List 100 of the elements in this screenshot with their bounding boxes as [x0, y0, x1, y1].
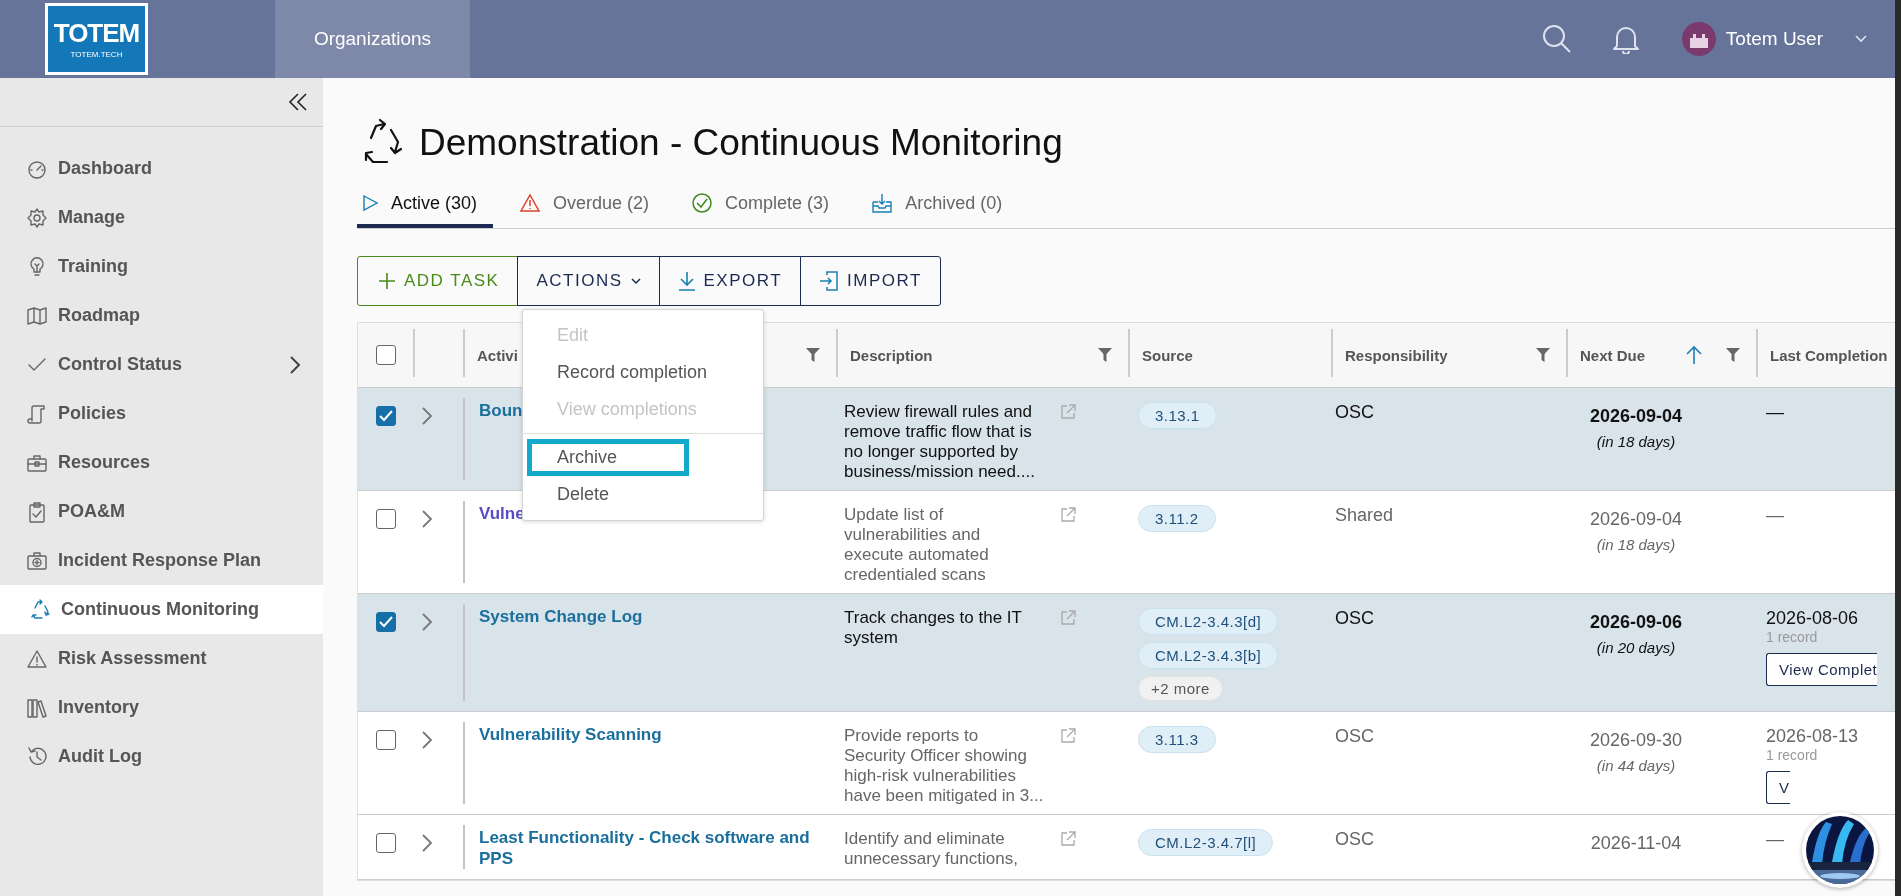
control-tag[interactable]: 3.11.2	[1138, 505, 1216, 532]
sidebar-item[interactable]: Incident Response Plan	[0, 536, 323, 585]
column-header[interactable]: Next Due	[1580, 346, 1686, 364]
checkbox[interactable]	[375, 406, 396, 426]
column-header[interactable]: Last Completion	[1770, 346, 1888, 364]
sidebar-item[interactable]: Dashboard	[0, 144, 323, 193]
due-in-text: (in 18 days)	[1596, 433, 1676, 450]
cycle-icon	[29, 598, 51, 621]
books-icon	[26, 696, 48, 719]
sidebar-item[interactable]: POA&M	[0, 487, 323, 536]
view-completions-button[interactable]: V	[1766, 771, 1790, 804]
filter-icon[interactable]	[1536, 348, 1550, 362]
column-header[interactable]: Description	[850, 346, 1098, 364]
checkbox[interactable]	[375, 345, 396, 365]
control-tag[interactable]: 3.13.1	[1138, 402, 1217, 429]
nav-tab[interactable]: Organizations	[275, 0, 470, 78]
filter-icon[interactable]	[1098, 348, 1112, 362]
description-text: Identify and eliminate unnecessary functions,	[844, 829, 1019, 870]
responsibility-text: OSC	[1335, 608, 1374, 628]
sidebar-item[interactable]: Audit Log	[0, 732, 323, 781]
menu-item[interactable]: Archive	[527, 439, 689, 476]
control-tag[interactable]: CM.L2-3.4.3[b]	[1138, 642, 1279, 669]
sidebar-item[interactable]: Risk Assessment	[0, 634, 323, 683]
checkbox[interactable]	[375, 730, 396, 750]
due-date: 2026-11-04	[1590, 833, 1682, 854]
export-button[interactable]: EXPORT	[658, 256, 802, 306]
sidebar-item[interactable]: Training	[0, 242, 323, 291]
column-header[interactable]: Responsibility	[1345, 346, 1536, 364]
collapse-icon[interactable]	[287, 92, 309, 112]
add-task-button[interactable]: ADD TASK	[357, 256, 519, 306]
description-text: Review firewall rules and remove traffic flow that is no longer supported by business/mission need....	[844, 402, 1036, 482]
page-title: Demonstration - Continuous Monitoring	[419, 122, 1063, 164]
caret-icon[interactable]	[1855, 35, 1867, 43]
avatar-icon[interactable]	[1681, 22, 1716, 56]
bell-icon[interactable]	[1611, 24, 1640, 54]
description-text: Update list of vulnerabilities and execute automated credentialed scans	[844, 505, 990, 585]
due-in-text: (in 18 days)	[1596, 536, 1676, 553]
due-date: 2026-09-04	[1589, 406, 1683, 427]
expand-icon[interactable]	[421, 509, 433, 529]
description-text: Provide reports to Security Officer showing high-risk vulnerabilities have been mitigated in 3...	[844, 726, 1044, 806]
medkit-icon	[26, 549, 48, 572]
external-link-icon[interactable]	[1060, 831, 1076, 847]
more-tag[interactable]: +2 more	[1138, 676, 1223, 701]
completion-date: 2026-08-06	[1766, 608, 1859, 629]
due-date: 2026-09-30	[1589, 730, 1683, 751]
user-name[interactable]: Totem User	[1725, 28, 1823, 50]
status-tab[interactable]: Overdue (2)	[515, 182, 666, 228]
filter-icon[interactable]	[1726, 348, 1740, 362]
table-row[interactable]: Vulnerability Scanning Provide reports to Security Officer showing high-risk vulnerabilities have been mitigated in 3... 3.11.3 OSC 2026-09-30 (in 44 days) 2026-08-13 1 record V	[358, 712, 1895, 815]
record-count: 1 record	[1766, 747, 1818, 763]
view-completions-button[interactable]: View Complet	[1766, 653, 1878, 686]
warning-icon	[519, 193, 542, 213]
column-header[interactable]: Source	[1142, 346, 1317, 364]
table-row[interactable]: Least Functionality - Check software and PPS Identify and eliminate unnecessary functions, CM.L2-3.4.7[l] OSC 2026-11-04 —	[358, 815, 1895, 880]
inbox-icon	[871, 192, 894, 214]
sidebar-item[interactable]: Control Status	[0, 340, 323, 389]
menu-item[interactable]: Record completion	[523, 354, 763, 391]
logo[interactable]: TOTEM TOTEM.TECH	[45, 3, 148, 75]
expand-icon[interactable]	[421, 730, 433, 750]
responsibility-text: OSC	[1335, 402, 1374, 422]
filter-icon[interactable]	[806, 348, 820, 362]
logo-mark: TOTEM	[53, 19, 140, 46]
sidebar-item[interactable]: Continuous Monitoring	[0, 585, 323, 634]
play-icon	[361, 194, 379, 212]
status-tab[interactable]: Active (30)	[357, 182, 494, 228]
due-date: 2026-09-04	[1589, 509, 1683, 530]
checkbox[interactable]	[375, 509, 396, 529]
sort-up-icon[interactable]	[1686, 345, 1702, 365]
sidebar-item[interactable]: Policies	[0, 389, 323, 438]
scroll-icon	[26, 402, 48, 425]
external-link-icon[interactable]	[1060, 507, 1076, 523]
import-button[interactable]: IMPORT	[800, 256, 941, 306]
sidebar-item[interactable]: Manage	[0, 193, 323, 242]
activity-link[interactable]: Vulnerability Scanning	[479, 724, 816, 745]
activity-link[interactable]: Least Functionality - Check software and PPS	[479, 827, 816, 869]
control-tag[interactable]: CM.L2-3.4.7[l]	[1138, 829, 1274, 856]
checkbox[interactable]	[375, 612, 396, 632]
expand-icon[interactable]	[421, 612, 433, 632]
completion-date: —	[1766, 829, 1784, 850]
search-icon[interactable]	[1541, 24, 1572, 54]
control-tag[interactable]: CM.L2-3.4.3[d]	[1138, 608, 1279, 635]
status-tab[interactable]: Complete (3)	[687, 182, 846, 228]
external-link-icon[interactable]	[1060, 728, 1076, 744]
gear-icon	[26, 206, 48, 229]
due-in-text: (in 20 days)	[1596, 639, 1676, 656]
sidebar-item[interactable]: Resources	[0, 438, 323, 487]
checkbox[interactable]	[375, 833, 396, 853]
expand-icon[interactable]	[421, 833, 433, 853]
history-icon	[26, 745, 48, 768]
record-count: 1 record	[1766, 629, 1818, 645]
import-icon	[819, 271, 840, 291]
expand-icon[interactable]	[421, 406, 433, 426]
activity-link[interactable]: System Change Log	[479, 606, 816, 627]
actions-button[interactable]: ACTIONS	[517, 256, 660, 306]
completion-date: 2026-08-13	[1766, 726, 1859, 747]
sidebar-item[interactable]: Inventory	[0, 683, 323, 732]
table-row[interactable]: System Change Log Track changes to the IT system CM.L2-3.4.3[d] CM.L2-3.4.3[b] +2 more OSC 2026-09-06 (in 20 days) 2026-08-06 1 record View Complet	[358, 594, 1895, 712]
status-tab[interactable]: Archived (0)	[867, 182, 1019, 228]
sidebar-item[interactable]: Roadmap	[0, 291, 323, 340]
control-tag[interactable]: 3.11.3	[1138, 726, 1216, 753]
